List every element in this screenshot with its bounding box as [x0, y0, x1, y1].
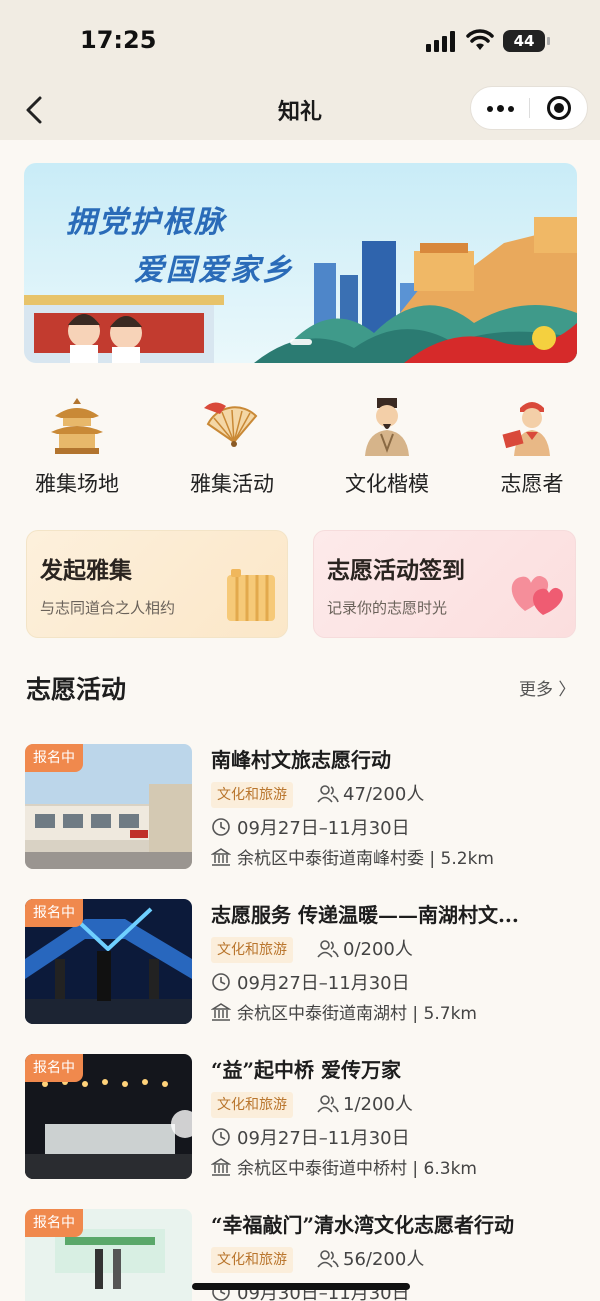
nav-bar: 知礼 — [0, 80, 600, 140]
participant-count: 47/200人 — [317, 780, 424, 806]
people-icon — [317, 940, 339, 958]
date-text: 09月27日–11月30日 — [237, 973, 410, 994]
activity-item[interactable]: 报名中 志愿服务 传递温暖——南湖村文... 文化和旅游 0/200人 09月2… — [25, 899, 585, 1025]
category-activity[interactable]: 雅集活动 — [172, 392, 292, 502]
date-text: 09月27日–11月30日 — [237, 818, 410, 839]
home-indicator — [192, 1283, 410, 1290]
status-badge: 报名中 — [25, 1209, 83, 1237]
banner-headline-1: 拥党护根脉 — [66, 205, 226, 240]
mini-program-capsule — [470, 86, 588, 130]
location-text: 余杭区中泰街道南峰村委 | 5.2km — [237, 849, 494, 869]
activity-date: 09月27日–11月30日 — [211, 814, 410, 840]
people-icon — [317, 785, 339, 803]
people-icon — [317, 1250, 339, 1268]
participant-count-text: 56/200人 — [343, 1249, 425, 1270]
card-title: 志愿活动签到 — [327, 557, 465, 584]
clock-icon — [212, 818, 230, 836]
banner-pagination — [290, 339, 312, 345]
participant-count: 0/200人 — [317, 935, 413, 961]
card-subtitle: 记录你的志愿时光 — [327, 599, 448, 617]
start-gathering-card[interactable]: 发起雅集 与志同道合之人相约 — [26, 530, 288, 638]
category-tag: 文化和旅游 — [211, 1247, 293, 1273]
battery-indicator: 44 — [503, 30, 550, 52]
category-tag: 文化和旅游 — [211, 937, 293, 963]
category-label: 雅集活动 — [190, 472, 274, 496]
category-label: 文化楷模 — [345, 472, 429, 496]
participant-count-text: 1/200人 — [343, 1094, 413, 1115]
activity-item[interactable]: 报名中 南峰村文旅志愿行动 文化和旅游 47/200人 09月27日–11月30… — [25, 744, 585, 870]
promo-banner[interactable]: 拥党护根脉 爱国爱家乡 — [24, 163, 577, 363]
activity-location: 余杭区中泰街道南湖村 | 5.7km — [211, 999, 477, 1024]
pavilion-icon — [51, 398, 103, 454]
status-badge: 报名中 — [25, 899, 83, 927]
volunteer-icon — [502, 402, 550, 456]
signal-icon — [426, 30, 458, 52]
people-icon — [317, 1095, 339, 1113]
location-text: 余杭区中泰街道中桥村 | 6.3km — [237, 1159, 477, 1179]
category-grid: 雅集场地 雅集活动 文化楷模 志愿者 — [0, 392, 600, 502]
close-target-icon[interactable] — [547, 96, 571, 120]
participant-count: 1/200人 — [317, 1090, 413, 1116]
participant-count-text: 47/200人 — [343, 784, 425, 805]
wifi-icon — [466, 29, 494, 50]
activity-item[interactable]: 报名中 “益”起中桥 爱传万家 文化和旅游 1/200人 09月27日–11月3… — [25, 1054, 585, 1180]
category-volunteer[interactable]: 志愿者 — [472, 392, 592, 502]
volunteer-checkin-card[interactable]: 志愿活动签到 记录你的志愿时光 — [313, 530, 576, 638]
date-text: 09月27日–11月30日 — [237, 1128, 410, 1149]
more-icon[interactable] — [471, 87, 529, 129]
section-title: 志愿活动 — [26, 675, 127, 704]
banner-headline-2: 爱国爱家乡 — [134, 253, 294, 288]
status-badge: 报名中 — [25, 744, 83, 772]
building-icon — [211, 848, 231, 866]
location-text: 余杭区中泰街道南湖村 | 5.7km — [237, 1004, 477, 1024]
category-tag: 文化和旅游 — [211, 1092, 293, 1118]
capsule-divider — [529, 98, 530, 118]
fan-icon — [204, 402, 258, 447]
category-role-model[interactable]: 文化楷模 — [327, 392, 447, 502]
participant-count: 56/200人 — [317, 1245, 424, 1271]
bamboo-scroll-icon — [227, 569, 275, 621]
status-time: 17:25 — [80, 26, 157, 54]
banner-illustration — [24, 163, 577, 363]
activity-title: “幸福敲门”清水湾文化志愿者行动 — [211, 1213, 515, 1237]
scholar-icon — [365, 398, 409, 456]
building-icon — [211, 1003, 231, 1021]
activity-date: 09月27日–11月30日 — [211, 969, 410, 995]
clock-icon — [212, 1128, 230, 1146]
card-title: 发起雅集 — [40, 557, 132, 584]
status-badge: 报名中 — [25, 1054, 83, 1082]
hearts-icon — [511, 576, 563, 615]
category-label: 志愿者 — [500, 472, 564, 496]
activity-title: 志愿服务 传递温暖——南湖村文... — [211, 903, 519, 927]
participant-count-text: 0/200人 — [343, 939, 413, 960]
activity-location: 余杭区中泰街道南峰村委 | 5.2km — [211, 844, 494, 869]
building-icon — [211, 1158, 231, 1176]
activity-location: 余杭区中泰街道中桥村 | 6.3km — [211, 1154, 477, 1179]
activity-date: 09月27日–11月30日 — [211, 1124, 410, 1150]
card-subtitle: 与志同道合之人相约 — [40, 599, 176, 617]
category-venue[interactable]: 雅集场地 — [17, 392, 137, 502]
activity-title: 南峰村文旅志愿行动 — [211, 748, 391, 772]
more-link[interactable]: 更多 〉 — [519, 675, 575, 700]
clock-icon — [212, 973, 230, 991]
category-label: 雅集场地 — [35, 472, 119, 496]
category-tag: 文化和旅游 — [211, 782, 293, 808]
status-bar: 17:25 44 — [0, 0, 600, 80]
activity-title: “益”起中桥 爱传万家 — [211, 1058, 401, 1082]
